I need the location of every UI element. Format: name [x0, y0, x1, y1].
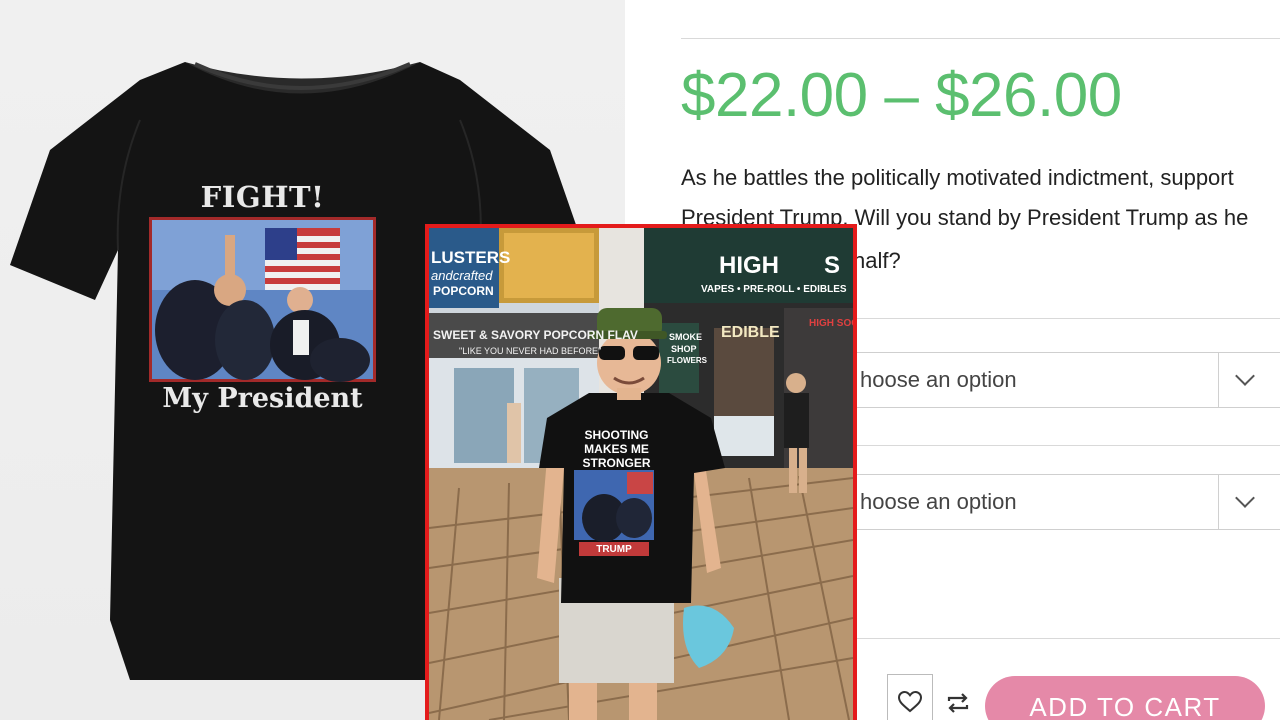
- heart-icon: [898, 691, 922, 713]
- select-divider: [1218, 475, 1219, 529]
- high-products-sign: VAPES • PRE-ROLL • EDIBLES: [701, 284, 847, 295]
- variations-divider-bottom: [845, 638, 1280, 639]
- edible-sign: EDIBLE: [721, 324, 780, 341]
- variations-divider-mid: [845, 445, 1280, 446]
- smoke-shop-sign-3: FLOWERS: [667, 356, 707, 365]
- option-select-1-value: hoose an option: [860, 367, 1017, 392]
- option-select-2[interactable]: hoose an option: [845, 474, 1280, 530]
- top-divider: [681, 38, 1280, 39]
- clusters-sign: LUSTERS: [431, 248, 511, 267]
- tshirt-subheading-text: My President: [162, 383, 363, 414]
- high-logo-sign: HIGH: [719, 252, 779, 279]
- popcorn-banner-sign: SWEET & SAVORY POPCORN FLAV: [433, 328, 638, 342]
- variations-divider-top: [845, 318, 1280, 319]
- smoke-shop-sign-2: SHOP: [671, 344, 697, 354]
- high-socks-sign: HIGH SOC: [809, 318, 853, 329]
- wishlist-button[interactable]: [887, 674, 933, 720]
- compare-arrows-icon[interactable]: [945, 690, 971, 716]
- add-to-cart-button[interactable]: ADD TO CART: [985, 676, 1265, 720]
- tshirt-brand-text: TRUMP: [596, 544, 632, 555]
- flag-graphic: [265, 228, 340, 290]
- boardwalk-scene: [429, 228, 853, 720]
- boardwalk-photo: LUSTERS andcrafted POPCORN SWEET & SAVOR…: [429, 228, 853, 720]
- option-select-1[interactable]: hoose an option: [845, 352, 1280, 408]
- chevron-down-icon: [1235, 488, 1255, 508]
- option-select-2-value: hoose an option: [860, 489, 1017, 514]
- description-line-3: half?: [853, 248, 901, 273]
- chevron-down-icon: [1235, 366, 1255, 386]
- inset-photo-frame: LUSTERS andcrafted POPCORN SWEET & SAVOR…: [425, 224, 857, 720]
- tshirt-heading-text: FIGHT!: [200, 180, 325, 214]
- select-divider: [1218, 353, 1219, 407]
- popcorn-sign: POPCORN: [433, 284, 494, 298]
- smoke-shop-sign-1: SMOKE: [669, 332, 703, 342]
- tshirt-slogan-line-1: SHOOTING: [584, 428, 649, 442]
- high-logo-tail: S: [824, 252, 841, 279]
- description-line-1: As he battles the politically motivated …: [681, 165, 1234, 190]
- tagline-sign: "LIKE YOU NEVER HAD BEFORE": [459, 346, 602, 356]
- price-range: $22.00 – $26.00: [681, 61, 1122, 130]
- handcrafted-sign: andcrafted: [431, 268, 493, 283]
- tshirt-slogan-line-3: STRONGER: [582, 456, 651, 470]
- tshirt-slogan-line-2: MAKES ME: [584, 442, 649, 456]
